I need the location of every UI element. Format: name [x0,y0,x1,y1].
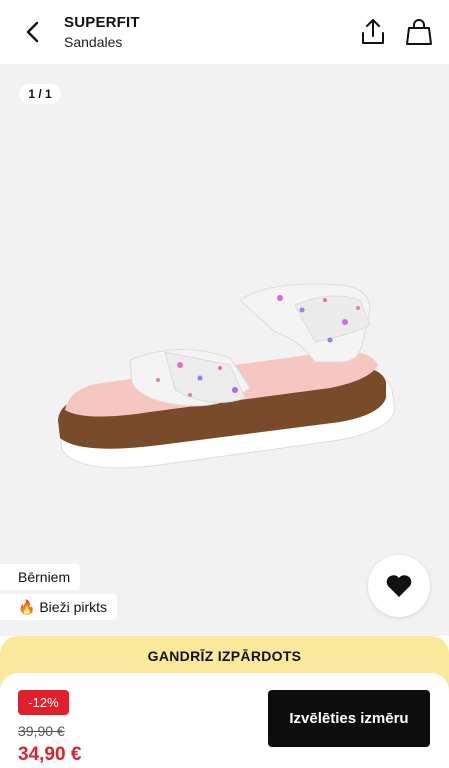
top-bar: SUPERFIT Sandales [0,0,449,64]
product-category: Sandales [64,34,123,50]
low-stock-text: GANDRĪZ IZPĀRDOTS [147,648,302,664]
shopping-bag-icon[interactable] [404,16,434,48]
image-counter: 1 / 1 [19,84,61,104]
select-size-button[interactable]: Izvēlēties izmēru [268,690,430,747]
share-icon[interactable] [358,16,388,48]
popular-tag-label: Bieži pirkts [39,599,108,615]
popular-tag: 🔥 Bieži pirkts [0,594,118,620]
category-tag: Bērniem [0,564,81,590]
discount-badge: -12% [18,690,69,715]
back-arrow-icon[interactable] [20,18,46,46]
old-price: 39,90 € [18,723,65,739]
product-image[interactable] [40,270,400,485]
current-price: 34,90 € [18,744,82,765]
category-tag-label: Bērniem [18,569,71,585]
fire-icon: 🔥 [18,599,36,615]
heart-icon [386,575,412,597]
wishlist-button[interactable] [368,555,430,617]
brand-name[interactable]: SUPERFIT [64,14,140,31]
